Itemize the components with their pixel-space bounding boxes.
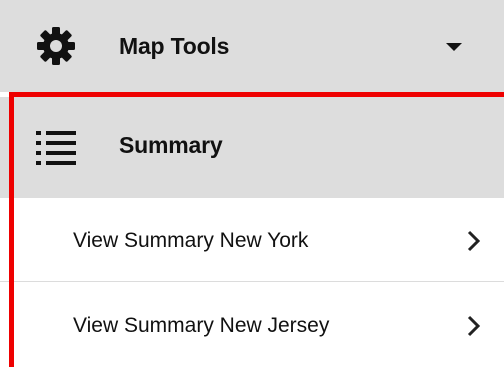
list-item-label: View Summary New Jersey	[73, 314, 330, 337]
highlight-border-top	[9, 92, 504, 97]
map-tools-label: Map Tools	[119, 33, 230, 59]
chevron-right-icon	[466, 315, 482, 337]
caret-down-icon[interactable]	[446, 43, 462, 51]
summary-header[interactable]: Summary	[0, 97, 504, 247]
chevron-right-icon	[466, 230, 482, 252]
list-item-label: View Summary New York	[73, 229, 309, 252]
gear-icon	[34, 24, 78, 68]
summary-label: Summary	[119, 132, 223, 158]
side-panel: Map Tools Summary View Summary New York …	[0, 0, 504, 367]
map-tools-header[interactable]: Map Tools	[0, 0, 504, 92]
list-item-view-summary-new-jersey[interactable]: View Summary New Jersey	[0, 283, 504, 367]
list-icon	[34, 125, 78, 169]
highlight-border-left	[9, 92, 14, 367]
list-item-view-summary-new-york[interactable]: View Summary New York	[0, 198, 504, 282]
